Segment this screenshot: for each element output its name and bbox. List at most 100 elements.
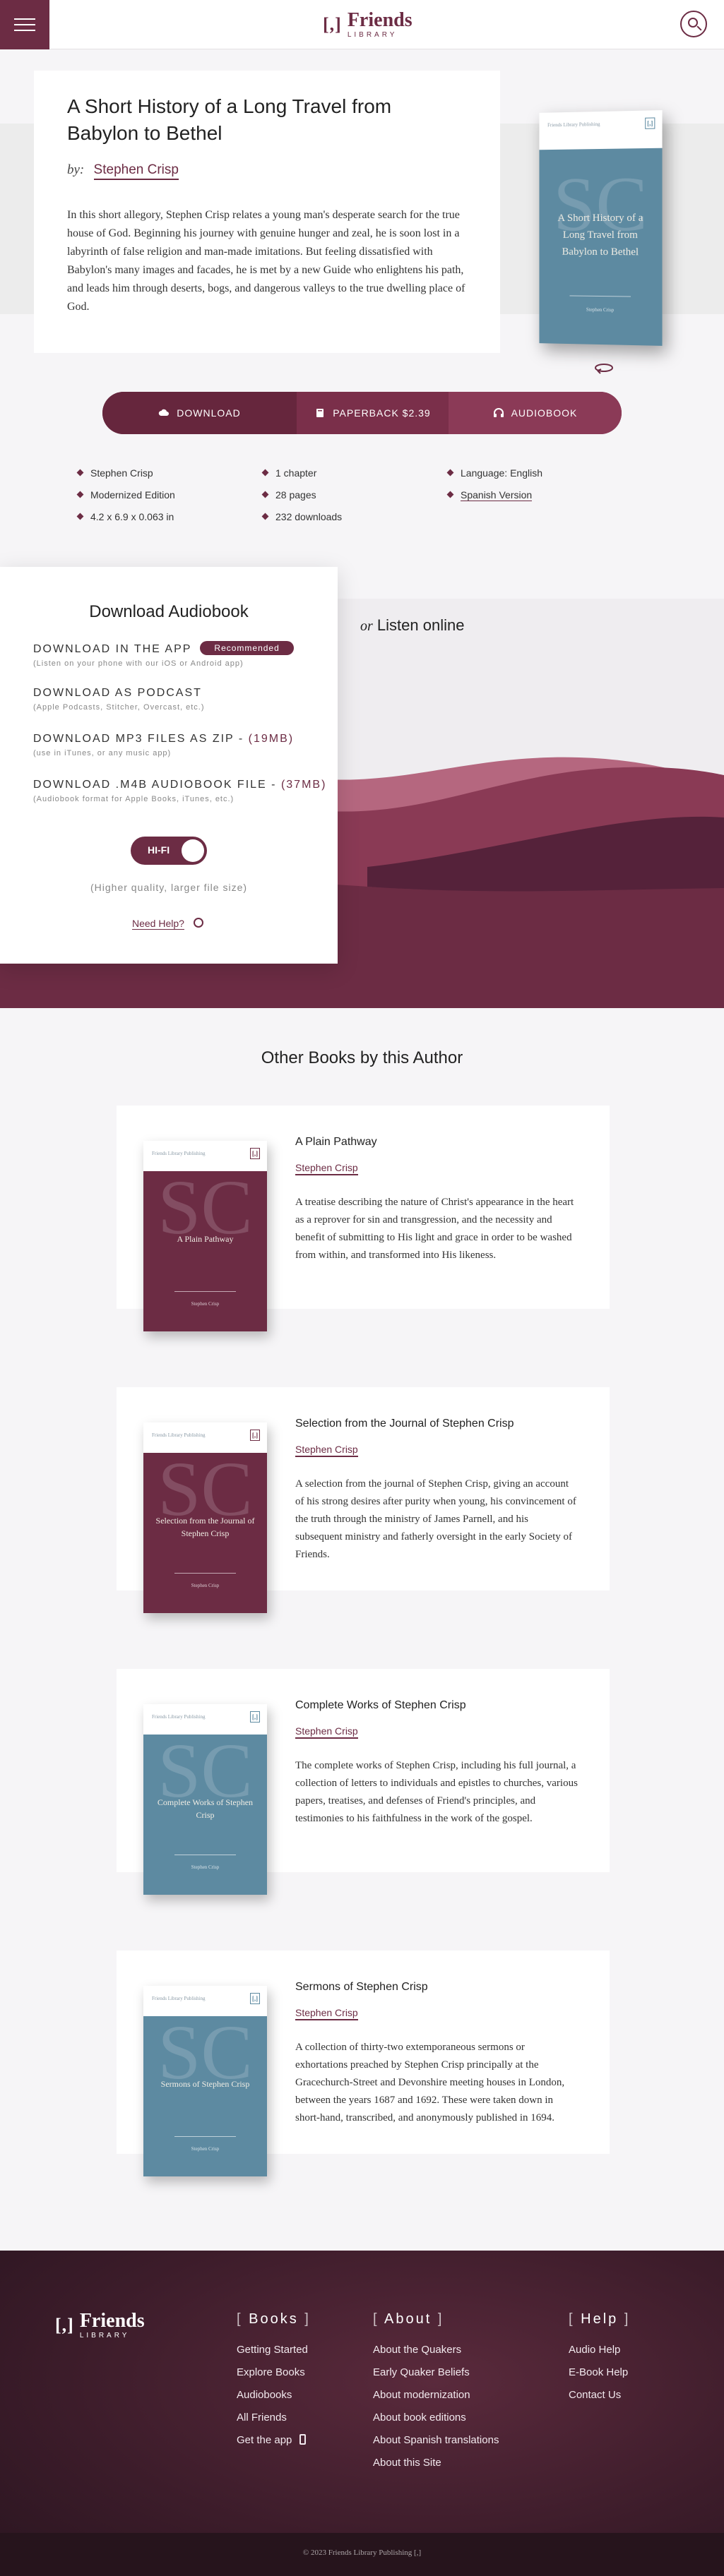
footer-books-title: [ Books ] [237,2311,311,2327]
diamond-bullet-icon [76,491,84,498]
footer-about-title: [ About ] [373,2311,444,2327]
menu-icon [14,24,35,25]
cover-title: A Plain Pathway [177,1233,234,1244]
cover-title: A Short History of a Long Travel from Ba… [557,212,643,258]
logo-name: Friends [347,9,413,31]
footer-link[interactable]: About Spanish translations [373,2429,499,2452]
book-card-cover[interactable]: Friends Library Publishing [,] SC A Plai… [143,1141,267,1331]
book-card[interactable]: Friends Library Publishing [,] SC Select… [117,1387,610,1613]
footer-link[interactable]: About modernization [373,2384,499,2407]
download-m4b-option[interactable]: DOWNLOAD .M4B AUDIOBOOK FILE - (37MB) (A… [33,779,326,803]
footer-link[interactable]: About book editions [373,2407,499,2429]
menu-icon [14,30,35,31]
meta-edition: Modernized Edition [76,488,175,510]
book-card-cover[interactable]: Friends Library Publishing [,] SC Comple… [143,1704,267,1895]
footer-logo[interactable]: [,] Friends LIBRARY [55,2311,145,2340]
menu-icon [14,18,35,20]
book-description: In this short allegory, Stephen Crisp re… [67,209,465,313]
flip-icon[interactable] [593,361,615,376]
cover-monogram: SC [158,1727,253,1814]
footer-bottom-bar: © 2023 Friends Library Publishing [,] [0,2533,724,2576]
footer-link[interactable]: Early Quaker Beliefs [373,2361,499,2384]
footer-link[interactable]: Audiobooks [237,2384,311,2407]
menu-button[interactable] [0,0,49,49]
footer-link[interactable]: E-Book Help [569,2361,630,2384]
cover-logo-icon: [,] [250,1430,260,1441]
diamond-bullet-icon [261,513,269,520]
download-podcast-option[interactable]: DOWNLOAD AS PODCAST (Apple Podcasts, Sti… [33,687,205,712]
author-link[interactable]: Stephen Crisp [93,162,179,180]
book-card-cover[interactable]: Friends Library Publishing [,] SC Sermon… [143,1986,267,2176]
meta-spanish-version: Spanish Version [446,488,542,510]
footer-link[interactable]: All Friends [237,2407,311,2429]
recommended-badge: Recommended [200,641,294,655]
book-card-author[interactable]: Stephen Crisp [295,1444,358,1457]
diamond-bullet-icon [446,491,454,498]
cover-title: Sermons of Stephen Crisp [160,2078,250,2089]
cover-monogram: SC [158,1163,253,1250]
logo-sub: LIBRARY [79,2332,130,2340]
footer-link[interactable]: About the Quakers [373,2339,499,2361]
book-card-title[interactable]: Sermons of Stephen Crisp [295,1981,428,1994]
need-help-link[interactable]: Need Help? [132,918,184,930]
help-icon[interactable] [194,918,203,928]
option-sub: (Apple Podcasts, Stitcher, Overcast, etc… [33,703,205,712]
site-logo[interactable]: [,] Friends LIBRARY [323,9,413,40]
book-card[interactable]: Friends Library Publishing [,] SC Comple… [117,1669,610,1895]
footer-about-column: [ About ] About the Quakers Early Quaker… [373,2311,499,2474]
footer-help-column: [ Help ] Audio Help E-Book Help Contact … [569,2311,630,2407]
search-button[interactable] [680,11,707,37]
meta-column-2: 1 chapter 28 pages 232 downloads [261,466,342,532]
diamond-bullet-icon [446,469,454,477]
footer-link[interactable]: Audio Help [569,2339,630,2361]
diamond-bullet-icon [76,469,84,477]
meta-author: Stephen Crisp [76,466,175,488]
paperback-label: PAPERBACK $2.39 [333,407,431,419]
book-cover: Friends Library Publishing [,] SC A Shor… [539,110,663,346]
other-books-title: Other Books by this Author [261,1048,463,1067]
toggle-knob [182,839,204,862]
cover-author: Stephen Crisp [191,2145,220,2152]
cover-author: Stephen Crisp [191,1582,220,1588]
audiobook-button[interactable]: AUDIOBOOK [449,392,622,434]
footer-link[interactable]: Getting Started [237,2339,311,2361]
book-card-title[interactable]: A Plain Pathway [295,1136,377,1149]
download-button[interactable]: DOWNLOAD [102,392,297,434]
book-card-title[interactable]: Selection from the Journal of Stephen Cr… [295,1418,514,1430]
option-size: (37MB) [280,779,327,791]
footer-link[interactable]: Explore Books [237,2361,311,2384]
listen-online-heading[interactable]: or Listen online [360,616,464,635]
paperback-button[interactable]: PAPERBACK $2.39 [297,392,449,434]
book-card[interactable]: Friends Library Publishing [,] SC A Plai… [117,1106,610,1331]
cover-title: Complete Works of Stephen Crisp [157,1797,254,1820]
cover-publisher: Friends Library Publishing [152,1714,206,1720]
book-card-title[interactable]: Complete Works of Stephen Crisp [295,1699,466,1712]
meta-downloads: 232 downloads [261,510,342,532]
download-label: DOWNLOAD [177,407,241,419]
hifi-label: HI-FI [148,844,170,856]
option-label: DOWNLOAD AS PODCAST [33,687,202,699]
book-card-author[interactable]: Stephen Crisp [295,1725,358,1739]
by-label: by: [67,162,85,177]
footer-get-app-link[interactable]: Get the app [237,2429,311,2452]
book-card-cover[interactable]: Friends Library Publishing [,] SC Select… [143,1422,267,1613]
hifi-toggle[interactable]: HI-FI [131,837,207,865]
footer-link[interactable]: About this Site [373,2452,499,2474]
footer-help-title: [ Help ] [569,2311,631,2327]
book-card-description: The complete works of Stephen Crisp, inc… [295,1760,578,1824]
audio-card-title: Download Audiobook [89,602,249,621]
site-header: [,] Friends LIBRARY [0,0,724,49]
spanish-version-link[interactable]: Spanish Version [461,489,533,501]
option-sub: (Audiobook format for Apple Books, iTune… [33,795,235,803]
book-card[interactable]: Friends Library Publishing [,] SC Sermon… [117,1951,610,2176]
book-card-author[interactable]: Stephen Crisp [295,2007,358,2020]
byline: by: Stephen Crisp [67,162,179,180]
cover-monogram: SC [158,1445,253,1532]
diamond-bullet-icon [261,491,269,498]
download-mp3-zip-option[interactable]: DOWNLOAD MP3 FILES AS ZIP - (19MB) (use … [33,733,294,757]
download-in-app-option[interactable]: DOWNLOAD IN THE APP Recommended (Listen o… [33,641,294,668]
footer-link[interactable]: Contact Us [569,2384,630,2407]
book-card-author[interactable]: Stephen Crisp [295,1162,358,1175]
download-audiobook-card: Download Audiobook DOWNLOAD IN THE APP Re… [0,567,338,964]
audiobook-label: AUDIOBOOK [511,407,578,419]
